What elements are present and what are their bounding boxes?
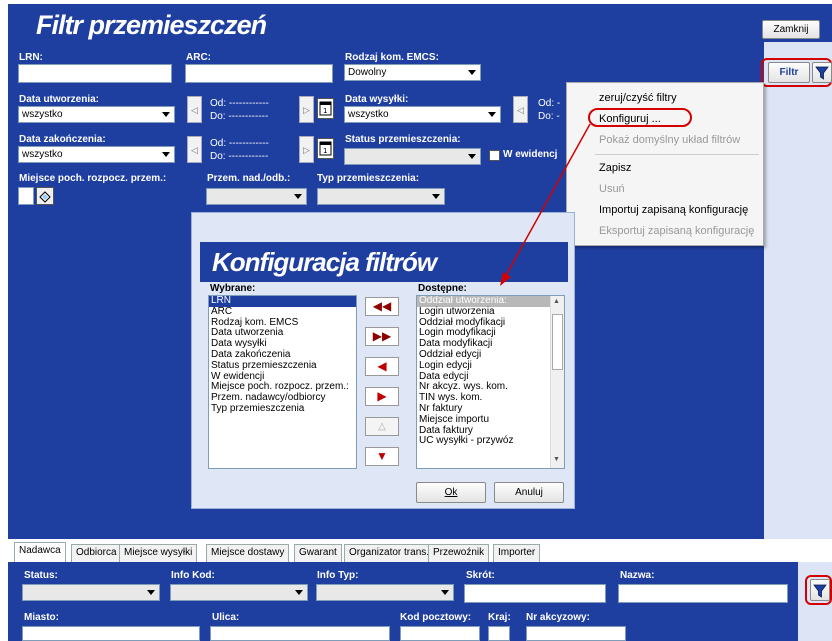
tab-miejsce-wysylki[interactable]: Miejsce wysyłki — [119, 544, 198, 562]
info-kod-label: Info Kod: — [171, 570, 215, 581]
bottom-filter-button[interactable] — [810, 579, 830, 601]
tab-przewoznik[interactable]: Przewoźnik — [428, 544, 490, 562]
tab-nadawca[interactable]: Nadawca — [14, 542, 66, 563]
info-typ-label: Info Typ: — [317, 570, 359, 581]
info-typ-select[interactable] — [316, 584, 454, 601]
skrot-input[interactable] — [464, 584, 606, 603]
ulica-label: Ulica: — [212, 612, 240, 623]
nazwa-label: Nazwa: — [620, 570, 655, 581]
funnel-icon — [813, 584, 827, 598]
tab-miejsce-dostawy[interactable]: Miejsce dostawy — [206, 544, 290, 562]
kod-label: Kod pocztowy: — [400, 612, 472, 623]
tab-importer[interactable]: Importer — [493, 544, 541, 562]
kraj-label: Kraj: — [488, 612, 511, 623]
miasto-label: Miasto: — [24, 612, 59, 623]
status-label: Status: — [24, 570, 58, 581]
chevron-down-icon — [147, 590, 155, 595]
ulica-input[interactable] — [210, 626, 390, 641]
kod-input[interactable] — [400, 626, 480, 641]
tab-organizator[interactable]: Organizator trans. — [344, 544, 435, 562]
nr-akcyzowy-label: Nr akcyzowy: — [526, 612, 590, 623]
nr-akcyzowy-input[interactable] — [526, 626, 626, 641]
chevron-down-icon — [295, 590, 303, 595]
info-kod-select[interactable] — [170, 584, 308, 601]
skrot-label: Skrót: — [466, 570, 495, 581]
nazwa-input[interactable] — [618, 584, 788, 603]
miasto-input[interactable] — [22, 626, 200, 641]
tab-gwarant[interactable]: Gwarant — [294, 544, 342, 562]
chevron-down-icon — [441, 590, 449, 595]
status-select[interactable] — [22, 584, 160, 601]
kraj-input[interactable] — [488, 626, 510, 641]
tab-odbiorca[interactable]: Odbiorca — [71, 544, 122, 562]
